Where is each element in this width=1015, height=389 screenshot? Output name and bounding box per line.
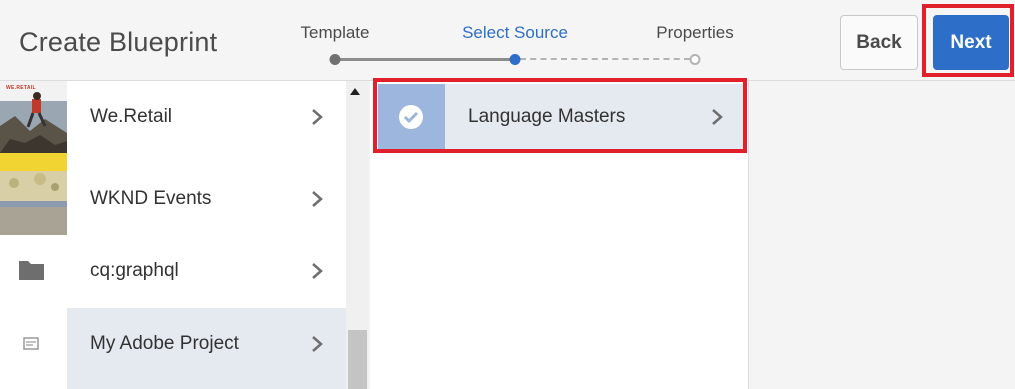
selected-checkmark-icon[interactable]: [378, 84, 445, 150]
next-button[interactable]: Next: [933, 15, 1009, 70]
step-properties-label: Properties: [656, 23, 734, 42]
progress-line-pending: [520, 58, 690, 60]
list-item-label: My Adobe Project: [90, 333, 239, 354]
list-item-my-adobe-project[interactable]: My Adobe Project: [0, 308, 346, 389]
step-select-source-dot: [509, 54, 521, 65]
list-item-label: We.Retail: [90, 106, 173, 127]
chevron-right-icon[interactable]: [308, 105, 326, 129]
wknd-events-thumbnail: [0, 153, 67, 235]
chevron-right-icon[interactable]: [308, 187, 326, 211]
scroll-up-arrow-icon[interactable]: [350, 88, 360, 95]
list-item-label: WKND Events: [90, 188, 212, 209]
list-item-language-masters[interactable]: Language Masters: [378, 84, 744, 150]
folder-icon: [0, 235, 67, 307]
chevron-right-icon[interactable]: [708, 105, 726, 129]
page-icon: [0, 308, 67, 389]
page-title: Create Blueprint: [19, 27, 218, 57]
step-template-dot: [329, 54, 341, 65]
wizard-header: Create Blueprint Template Select Source …: [0, 0, 1015, 81]
we-retail-thumbnail: WE.RETAIL: [0, 81, 67, 153]
step-select-source-label: Select Source: [462, 23, 568, 42]
we-retail-logo: WE.RETAIL: [6, 85, 36, 91]
list-item-cq-graphql[interactable]: cq:graphql: [0, 235, 346, 307]
step-properties-dot: [689, 54, 701, 65]
scrollbar-thumb[interactable]: [348, 330, 367, 389]
step-template-label: Template: [300, 23, 370, 42]
source-column-1: WE.RETAIL We.Retail WKND Events cq:graph…: [0, 81, 346, 389]
chevron-right-icon[interactable]: [308, 259, 326, 283]
list-item-wknd-events[interactable]: WKND Events: [0, 153, 346, 235]
list-item-we-retail[interactable]: WE.RETAIL We.Retail: [0, 81, 346, 153]
chevron-right-icon[interactable]: [308, 332, 326, 356]
list-item-label: Language Masters: [468, 106, 626, 127]
source-column-3-empty: [750, 81, 1015, 389]
back-button[interactable]: Back: [840, 15, 918, 70]
list-item-label: cq:graphql: [90, 260, 179, 281]
progress-line-complete: [340, 58, 510, 61]
